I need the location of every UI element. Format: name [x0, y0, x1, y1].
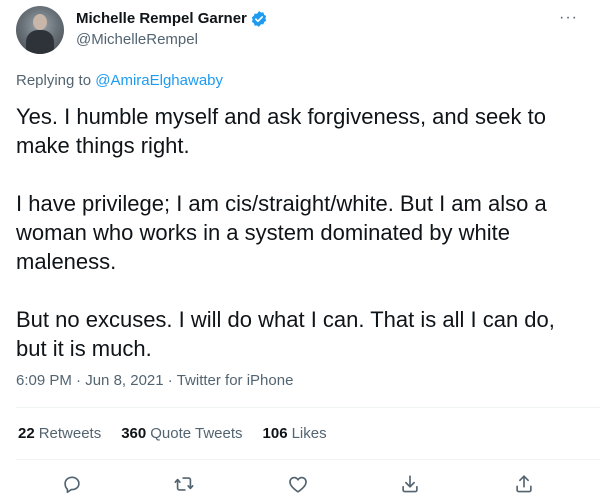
divider — [16, 459, 600, 460]
tweet-date[interactable]: Jun 8, 2021 — [85, 372, 163, 389]
likes-stat[interactable]: 106 Likes — [263, 425, 327, 442]
retweet-icon[interactable] — [172, 472, 196, 496]
likes-count: 106 — [262, 425, 288, 442]
quote-tweets-count: 360 — [121, 425, 147, 442]
bookmark-icon[interactable] — [398, 472, 422, 496]
retweets-stat[interactable]: 22 Retweets — [18, 425, 101, 442]
avatar-body — [26, 30, 54, 54]
tweet-text: Yes. I humble myself and ask forgiveness… — [16, 104, 555, 361]
tweet-meta: 6:09 PM · Jun 8, 2021 · Twitter for iPho… — [16, 372, 293, 389]
tweet-source[interactable]: Twitter for iPhone — [177, 372, 294, 389]
avatar[interactable] — [16, 6, 64, 54]
more-options-icon[interactable]: ··· — [559, 10, 578, 26]
avatar-head — [33, 14, 47, 30]
meta-separator: · — [163, 372, 177, 389]
tweet-time[interactable]: 6:09 PM — [16, 372, 72, 389]
retweets-count: 22 — [18, 425, 35, 442]
reply-icon[interactable] — [60, 472, 84, 496]
name-row: Michelle Rempel Garner — [76, 10, 268, 28]
verified-badge-icon — [250, 10, 268, 28]
action-bar — [0, 466, 600, 502]
display-name[interactable]: Michelle Rempel Garner — [76, 10, 247, 28]
retweets-label: Retweets — [38, 425, 102, 442]
like-icon[interactable] — [286, 472, 310, 496]
share-icon[interactable] — [512, 472, 536, 496]
divider — [16, 407, 600, 408]
handle[interactable]: @MichelleRempel — [76, 30, 268, 50]
likes-label: Likes — [291, 425, 327, 442]
reply-target-link[interactable]: @AmiraElghawaby — [95, 72, 223, 89]
engagement-stats: 22 Retweets 360 Quote Tweets 106 Likes — [18, 425, 327, 442]
author-info: Michelle Rempel Garner @MichelleRempel — [76, 10, 268, 50]
quote-tweets-stat[interactable]: 360 Quote Tweets — [121, 425, 242, 442]
meta-separator: · — [71, 372, 86, 389]
replying-to: Replying to @AmiraElghawaby — [16, 72, 223, 89]
replying-to-prefix: Replying to — [16, 72, 96, 89]
quote-tweets-label: Quote Tweets — [150, 425, 243, 442]
